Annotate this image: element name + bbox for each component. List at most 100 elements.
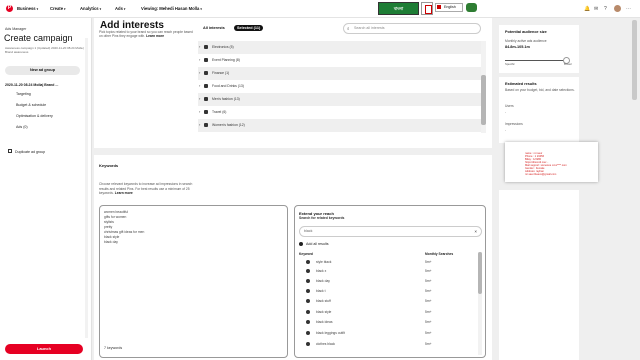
tab-selected[interactable]: Selected (11) <box>234 25 264 31</box>
interests-description: Pick topics related to your brand so you… <box>99 30 193 39</box>
keyword-result-row[interactable]: clothes black 5m+ <box>299 341 475 350</box>
add-icon[interactable] <box>306 289 310 293</box>
results-scrollbar-thumb[interactable] <box>478 252 482 294</box>
campaign-sidebar: Ads Manager Create campaign Awareness ca… <box>0 18 92 360</box>
interest-row[interactable]: › Electronics (5) <box>198 41 485 54</box>
campaign-name[interactable]: Awareness campaign 1 (Updated) 2020-11-2… <box>5 46 89 54</box>
estimated-results-title: Estimated results <box>505 82 537 86</box>
nav-ads[interactable]: Ads▾ <box>115 6 125 11</box>
nav-business[interactable]: Business▾ <box>17 6 38 11</box>
help-icon[interactable]: ? <box>604 6 607 12</box>
page-title: Create campaign <box>4 33 73 43</box>
add-icon[interactable] <box>306 342 310 346</box>
extension-icon[interactable] <box>466 3 477 12</box>
learn-more-link[interactable]: Learn more <box>115 191 133 195</box>
new-ad-group-button[interactable]: New ad group <box>5 66 80 75</box>
keyword-result-row[interactable]: black stuff 5m+ <box>299 298 475 307</box>
chevron-right-icon[interactable]: › <box>199 122 200 127</box>
keyword-result-row[interactable]: black t 5m+ <box>299 288 475 297</box>
add-icon[interactable] <box>306 331 310 335</box>
keyword-entry: christmas gift ideas for men <box>104 230 145 234</box>
sidebar-scrollbar[interactable] <box>85 38 88 338</box>
add-icon[interactable] <box>306 320 310 324</box>
breadcrumb[interactable]: Ads Manager <box>5 27 26 31</box>
flag-icon <box>437 5 441 9</box>
chevron-down-icon: ▾ <box>200 7 202 11</box>
interest-row[interactable]: › Food and Drinks (13) <box>198 80 485 93</box>
checkbox-checked[interactable] <box>204 71 208 75</box>
bangla-extension[interactable]: বাংলা <box>378 2 419 15</box>
close-icon[interactable]: × <box>474 227 477 236</box>
nav-create[interactable]: Create▾ <box>50 6 66 11</box>
checkbox-checked[interactable] <box>204 45 208 49</box>
chevron-down-icon: ▾ <box>64 7 66 11</box>
checkbox-checked[interactable] <box>204 84 208 88</box>
audience-size-title: Potential audience size <box>505 30 547 34</box>
launch-button[interactable]: Launch <box>5 344 83 354</box>
chevron-right-icon[interactable]: › <box>199 109 200 114</box>
add-icon[interactable] <box>306 299 310 303</box>
sidebar-item-budget[interactable]: Budget & schedule <box>16 103 46 107</box>
duplicate-ad-group-button[interactable]: Duplicate ad group <box>15 150 45 154</box>
interest-row[interactable]: › Finance (1) <box>198 67 485 80</box>
add-all-results-button[interactable]: Add all results <box>306 242 329 246</box>
audience-slider-track <box>505 60 569 61</box>
avatar[interactable] <box>614 5 621 12</box>
keyword-result-row[interactable]: black ideas 5m+ <box>299 319 475 328</box>
more-icon[interactable]: ⋯ <box>626 6 631 12</box>
keyword-result-row[interactable]: black style 5m+ <box>299 309 475 318</box>
chevron-down-icon: ▾ <box>36 7 39 11</box>
popup-line: mr.saur.lbeaux@gmail.com <box>525 173 557 176</box>
pdf-icon[interactable] <box>421 2 433 15</box>
estimated-results-desc: Based on your budget, bid, and date sele… <box>505 88 575 92</box>
checkbox-checked[interactable] <box>204 123 208 127</box>
chevron-down-icon: ▾ <box>123 7 126 11</box>
chevron-down-icon: ▾ <box>99 7 102 11</box>
keyword-search-input[interactable]: black × <box>299 226 482 237</box>
learn-more-link[interactable]: Learn more <box>146 34 164 38</box>
main-scrollbar[interactable] <box>632 20 637 100</box>
tab-all-interests[interactable]: All interests <box>203 26 225 30</box>
duplicate-icon <box>8 149 12 153</box>
interest-row[interactable]: › Travel (6) <box>198 106 485 119</box>
ad-group-title[interactable]: 2020-11-20 08.24 Molla| Brand ... <box>5 83 58 87</box>
checkbox-checked[interactable] <box>204 97 208 101</box>
add-icon[interactable] <box>306 269 310 273</box>
keyword-result-row[interactable]: style black 5m+ <box>299 259 475 268</box>
add-icon[interactable] <box>306 279 310 283</box>
keyword-entry: gifts for women <box>104 215 127 219</box>
sidebar-item-ads[interactable]: Ads (0) <box>16 125 28 129</box>
interest-scrollbar-thumb[interactable] <box>481 75 486 125</box>
keyword-result-row[interactable]: black x 5m+ <box>299 268 475 277</box>
keywords-textarea[interactable] <box>99 205 288 358</box>
keyword-result-row[interactable]: black day 5m+ <box>299 278 475 287</box>
sidebar-item-targeting[interactable]: Targeting <box>16 92 31 96</box>
bell-icon[interactable]: 🔔 <box>584 6 590 12</box>
keywords-title: Keywords <box>99 163 119 168</box>
interest-row[interactable]: › Men's fashion (13) <box>198 93 485 106</box>
chevron-right-icon[interactable]: › <box>199 96 200 101</box>
message-icon[interactable]: ✉ <box>594 6 598 12</box>
chevron-right-icon[interactable]: › <box>199 57 200 62</box>
nav-viewing-account[interactable]: Viewing: Mehedi Hasan Molla▾ <box>141 6 202 11</box>
keywords-description: Choose relevant keywords to increase ad … <box>99 182 193 195</box>
checkbox-checked[interactable] <box>204 58 208 62</box>
top-bar: P Business▾ Create▾ Analytics▾ Ads▾ View… <box>0 0 640 18</box>
add-icon[interactable] <box>306 260 310 264</box>
keyword-entry: pretty <box>104 225 113 229</box>
checkbox-checked[interactable] <box>204 110 208 114</box>
chevron-right-icon[interactable]: › <box>199 70 200 75</box>
sidebar-item-optimisation[interactable]: Optimisation & delivery <box>16 114 53 118</box>
chevron-right-icon[interactable]: › <box>199 83 200 88</box>
plus-icon[interactable] <box>299 242 303 246</box>
add-icon[interactable] <box>306 310 310 314</box>
keyword-entry: black day <box>104 240 118 244</box>
interest-search-input[interactable]: ⌕ Search all interests <box>343 23 481 34</box>
interest-row[interactable]: › Event Planning (8) <box>198 54 485 67</box>
column-header-monthly-searches: Monthly Searches <box>425 252 454 256</box>
interest-row[interactable]: › Women's fashion (12) <box>198 119 485 132</box>
pinterest-logo[interactable]: P <box>6 5 13 12</box>
keyword-result-row[interactable]: black leggings outfit 5m+ <box>299 330 475 339</box>
nav-analytics[interactable]: Analytics▾ <box>80 6 101 11</box>
chevron-right-icon[interactable]: › <box>199 44 200 49</box>
